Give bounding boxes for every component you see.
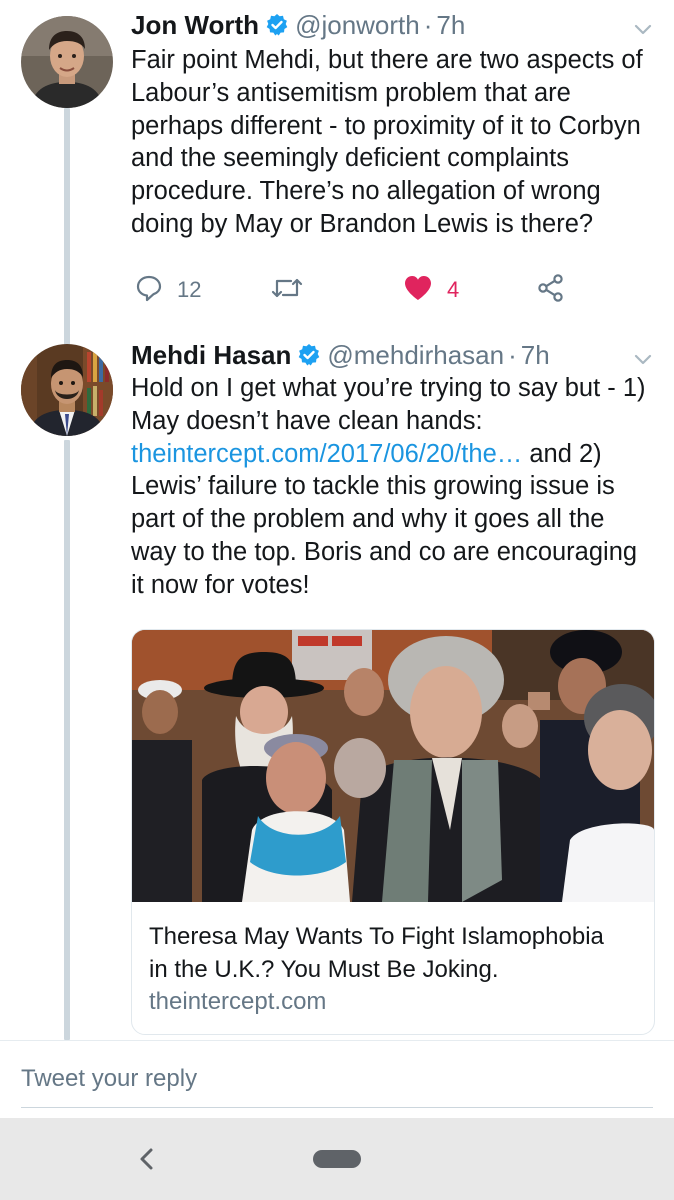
tweet-actions: 12 4 (131, 270, 581, 310)
tweet-text-line: perhaps different - to proximity of it t… (131, 111, 641, 140)
reply-icon (135, 274, 163, 307)
reply-composer[interactable]: Tweet your reply (0, 1040, 674, 1119)
tweet-text-fragment: and 2) (522, 439, 602, 468)
avatar[interactable] (21, 16, 113, 108)
timestamp[interactable]: 7h (521, 340, 550, 370)
separator: · (423, 10, 433, 40)
card-image (132, 630, 654, 902)
article-link[interactable]: theintercept.com/2017/06/20/the… (131, 440, 522, 468)
link-preview-card[interactable]: Theresa May Wants To Fight Islamophobia … (131, 629, 655, 1035)
tweet-text-line: part of the problem and why it goes all … (131, 505, 605, 534)
like-count: 4 (447, 277, 460, 302)
system-navigation-bar (0, 1118, 674, 1200)
like-button[interactable]: 4 (403, 270, 459, 310)
home-pill-button[interactable] (313, 1150, 361, 1168)
verified-badge-icon (265, 13, 289, 37)
verified-badge-icon (297, 343, 321, 367)
tweet-text-line: doing by May or Brandon Lewis is there? (131, 209, 594, 238)
tweet-text-line: May doesn’t have clean hands: (131, 406, 483, 435)
handle[interactable]: @mehdirhasan (327, 340, 504, 370)
reply-count: 12 (177, 277, 202, 302)
separator: · (508, 340, 517, 370)
tweet-text-line: Labour’s antisemitism problem that are (131, 78, 571, 107)
card-title-line: Theresa May Wants To Fight Islamophobia (149, 923, 604, 950)
tweet-text-line: it now for votes! (131, 570, 310, 599)
display-name[interactable]: Jon Worth (131, 10, 259, 40)
tweet-header: Jon Worth @jonworth · 7h (131, 10, 465, 40)
reply-input[interactable]: Tweet your reply (21, 1065, 197, 1093)
tweet-text: Hold on I get what you’re trying to say … (131, 372, 651, 602)
tweet-text-line: Lewis’ failure to tackle this growing is… (131, 472, 615, 501)
share-button[interactable] (537, 270, 565, 310)
tweet-header: Mehdi Hasan @mehdirhasan · 7h (131, 340, 550, 370)
timestamp[interactable]: 7h (436, 10, 465, 40)
tweet-text-line: procedure. There’s no allegation of wron… (131, 177, 601, 206)
avatar[interactable] (21, 344, 113, 436)
tweet-jon-worth[interactable]: Jon Worth @jonworth · 7h Fair point Mehd… (0, 0, 674, 340)
tweet-text-line: Hold on I get what you’re trying to say … (131, 374, 646, 402)
card-title[interactable]: Theresa May Wants To Fight Islamophobia … (149, 920, 649, 986)
card-domain: theintercept.com (149, 988, 327, 1015)
card-title-line: in the U.K.? You Must Be Joking. (149, 956, 499, 983)
retweet-icon (271, 274, 303, 307)
retweet-button[interactable] (271, 270, 303, 310)
display-name[interactable]: Mehdi Hasan (131, 340, 291, 370)
handle[interactable]: @jonworth (295, 10, 420, 40)
heart-icon (403, 274, 433, 307)
chevron-down-icon[interactable] (632, 348, 654, 370)
tweet-text-line: Fair point Mehdi, but there are two aspe… (131, 46, 643, 74)
tweet-text-line: theintercept.com/2017/06/20/the… and 2) (131, 438, 651, 471)
tweet-text-line: and the seemingly deficient complaints (131, 144, 569, 173)
share-icon (537, 273, 565, 307)
tweet-text-line: way to the top. Boris and co are encoura… (131, 537, 638, 566)
reply-input-underline (21, 1107, 653, 1108)
reply-button[interactable]: 12 (135, 270, 201, 310)
chevron-down-icon[interactable] (632, 18, 654, 40)
tweet-text: Fair point Mehdi, but there are two aspe… (131, 44, 651, 241)
back-arrow-icon[interactable] (136, 1146, 158, 1172)
